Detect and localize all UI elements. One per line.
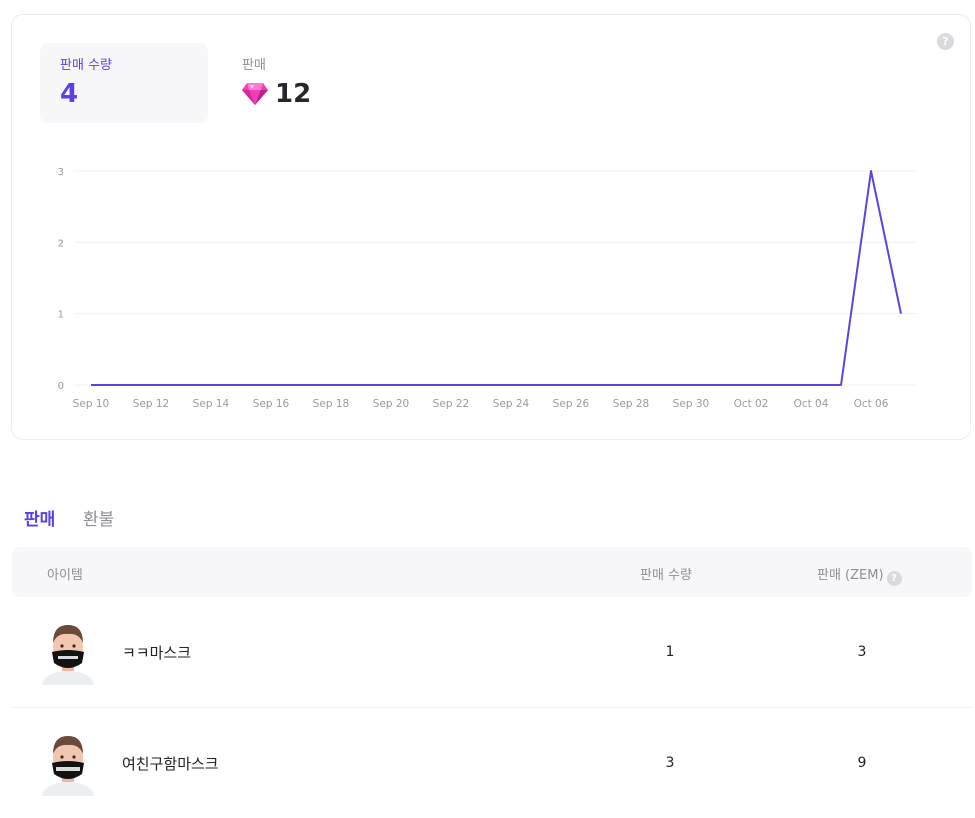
table-row[interactable]: 여친구함마스크 3 9 [12,708,972,818]
header-quantity: 판매 수량 [640,568,692,583]
item-thumbnail-avatar [42,736,94,796]
item-zem: 3 [857,644,867,660]
item-zem: 9 [857,755,867,771]
table-row[interactable]: ㅋㅋ마스크 1 3 [12,597,972,708]
sales-stat-label: 판매 [242,58,266,73]
help-icon[interactable]: ? [937,33,954,50]
header-zem-label: 판매 (ZEM) [817,568,884,583]
quantity-stat-box[interactable]: 판매 수량 4 [40,43,208,123]
item-name: 여친구함마스크 [122,755,219,773]
item-name: ㅋㅋ마스크 [122,644,192,662]
header-zem: 판매 (ZEM)? [817,564,902,586]
table-header: 아이템 판매 수량 판매 (ZEM)? [12,547,972,597]
item-quantity: 3 [665,755,675,771]
item-thumbnail-avatar [42,625,94,685]
item-quantity: 1 [665,644,675,660]
quantity-stat-label: 판매 수량 [60,58,112,73]
tab-refund[interactable]: 환불 [83,505,114,530]
help-icon[interactable]: ? [886,571,902,586]
tab-sales[interactable]: 판매 [24,505,55,530]
sales-stat-value: 12 [275,79,312,109]
quantity-stat-value: 4 [60,79,79,109]
gem-icon [242,83,268,105]
header-item: 아이템 [47,568,83,583]
